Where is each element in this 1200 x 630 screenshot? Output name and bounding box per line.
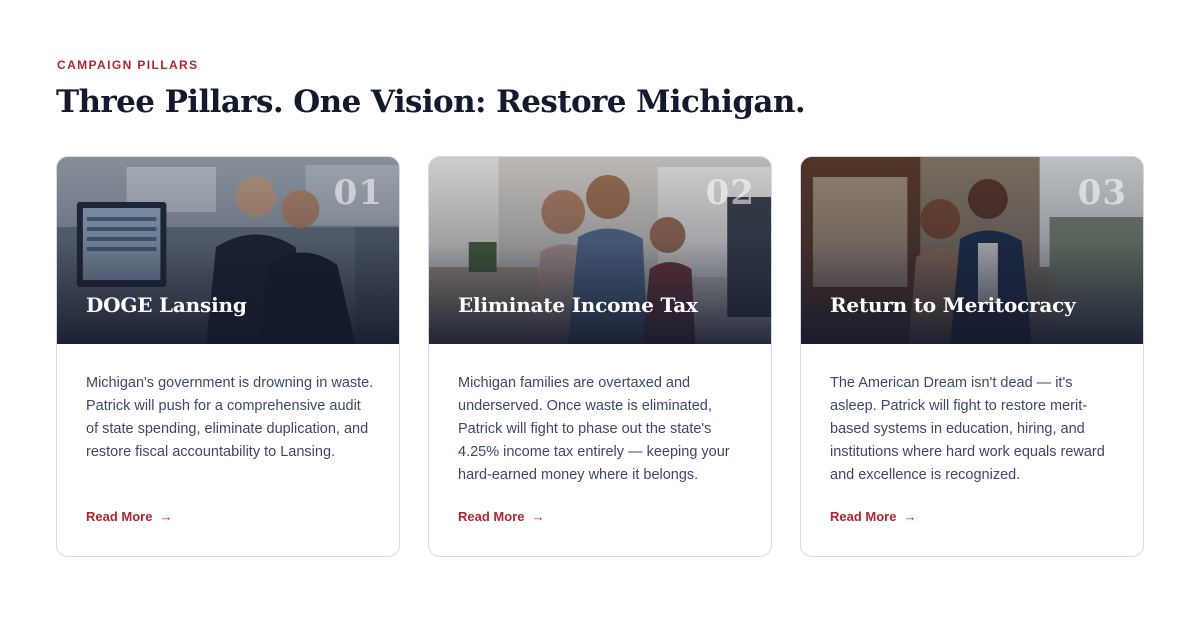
pillar-image-main-street: 03 Return to Meritocracy xyxy=(801,157,1143,344)
pillar-description: The American Dream isn't dead — it's asl… xyxy=(830,375,1105,483)
pillar-title: Return to Meritocracy xyxy=(830,293,1076,317)
pillar-number: 02 xyxy=(705,173,755,213)
arrow-right-icon: → xyxy=(903,509,917,524)
pillar-cards: 01 DOGE Lansing Michigan's government is… xyxy=(56,156,1144,558)
arrow-right-icon: → xyxy=(531,509,545,524)
pillar-description: Michigan's government is drowning in was… xyxy=(86,375,374,460)
arrow-right-icon: → xyxy=(159,509,173,524)
pillar-image-family: 02 Eliminate Income Tax xyxy=(429,157,771,344)
pillar-number: 01 xyxy=(333,173,383,213)
pillar-title: DOGE Lansing xyxy=(86,293,247,317)
read-more-link[interactable]: Read More → xyxy=(458,509,544,524)
pillar-card-income-tax: 02 Eliminate Income Tax Michigan familie… xyxy=(428,156,772,557)
read-more-link[interactable]: Read More → xyxy=(86,509,172,524)
read-more-link[interactable]: Read More → xyxy=(830,509,916,524)
pillar-card-meritocracy: 03 Return to Meritocracy The American Dr… xyxy=(800,156,1144,557)
pillar-number: 03 xyxy=(1077,173,1127,213)
read-more-label: Read More xyxy=(458,509,525,524)
section-eyebrow: CAMPAIGN PILLARS xyxy=(57,58,199,72)
pillar-image-office: 01 DOGE Lansing xyxy=(57,157,399,344)
read-more-label: Read More xyxy=(830,509,897,524)
section-headline: Three Pillars. One Vision: Restore Michi… xyxy=(56,84,806,120)
pillar-title: Eliminate Income Tax xyxy=(458,293,698,317)
pillar-card-doge: 01 DOGE Lansing Michigan's government is… xyxy=(56,156,400,557)
read-more-label: Read More xyxy=(86,509,153,524)
pillar-description: Michigan families are overtaxed and unde… xyxy=(458,375,730,483)
